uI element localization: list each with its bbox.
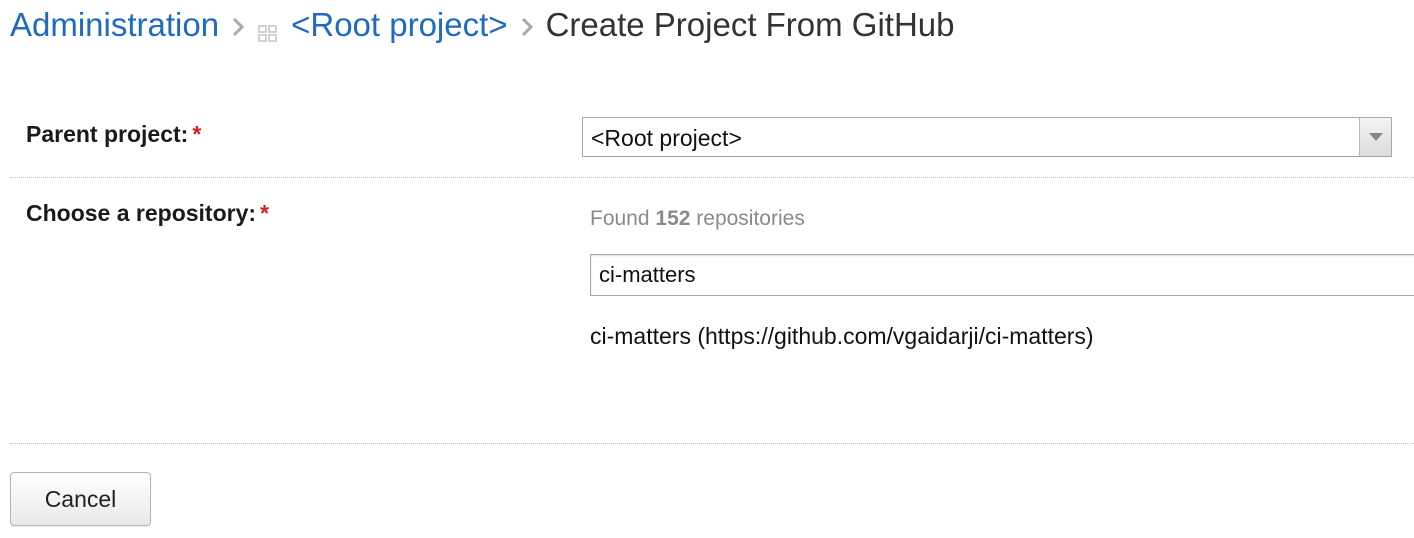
cancel-button[interactable]: Cancel — [10, 472, 151, 526]
chevron-right-icon — [219, 10, 257, 41]
parent-project-selected-value: <Root project> — [591, 125, 742, 151]
required-mark: * — [192, 121, 202, 147]
required-mark: * — [260, 200, 269, 226]
repository-label: Choose a repository: — [26, 200, 257, 226]
form-bottom-divider — [10, 443, 1414, 444]
repositories-found-count: Found 152 repositories — [590, 207, 805, 231]
breadcrumb: Administration <Root project> Create Pro… — [10, 2, 955, 48]
chevron-right-icon — [508, 10, 546, 41]
found-count: 152 — [655, 207, 691, 230]
repository-label-group: Choose a repository: * — [26, 200, 269, 227]
found-suffix: repositories — [696, 207, 805, 230]
found-prefix: Found — [590, 207, 650, 230]
row-divider — [10, 177, 1414, 178]
repository-search-input[interactable] — [590, 254, 1414, 296]
repository-result-item[interactable]: ci-matters (https://github.com/vgaidarji… — [590, 323, 1094, 350]
breadcrumb-root-project-link[interactable]: <Root project> — [291, 6, 507, 44]
project-grid-icon — [257, 15, 283, 42]
breadcrumb-administration-link[interactable]: Administration — [10, 6, 219, 44]
parent-project-label-group: Parent project: * — [26, 121, 201, 148]
page-title: Create Project From GitHub — [545, 6, 955, 43]
caret-down-icon[interactable] — [1359, 118, 1391, 156]
create-project-page: Administration <Root project> Create Pro… — [0, 0, 1414, 538]
parent-project-select[interactable]: <Root project> — [582, 117, 1392, 157]
parent-project-label: Parent project: — [26, 121, 189, 147]
